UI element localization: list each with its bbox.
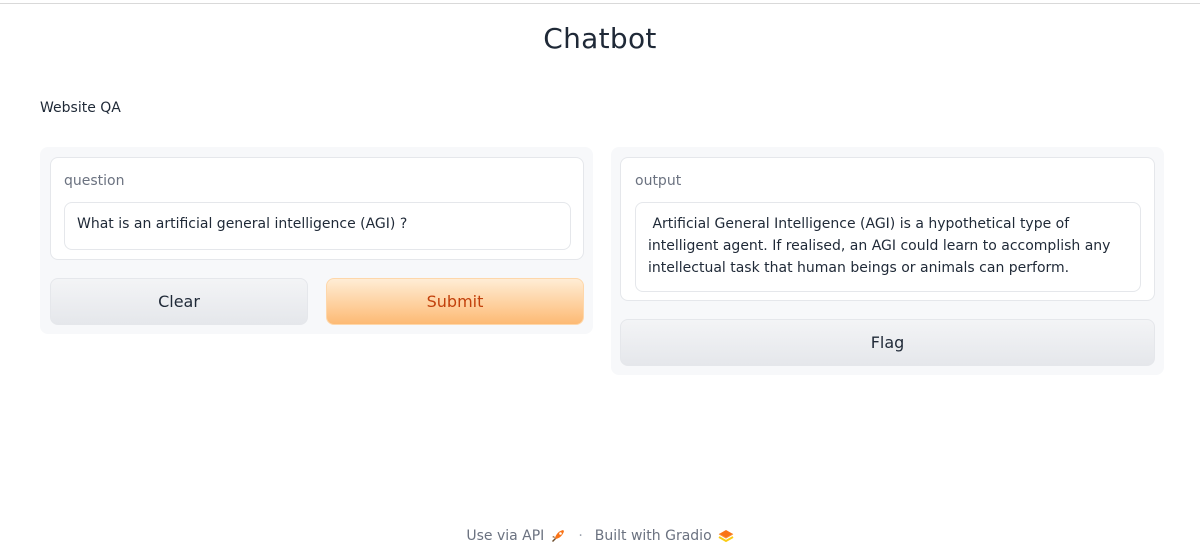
question-block: question What is an artificial general i… [50, 157, 584, 260]
output-textbox[interactable]: Artificial General Intelligence (AGI) is… [635, 202, 1141, 292]
question-label: question [64, 173, 125, 189]
submit-button[interactable]: Submit [326, 278, 584, 325]
output-panel: output Artificial General Intelligence (… [611, 147, 1164, 375]
page-description: Website QA [40, 100, 121, 116]
output-label: output [635, 173, 682, 189]
input-panel: question What is an artificial general i… [40, 147, 593, 334]
gradio-logo-icon [718, 530, 734, 543]
built-with-gradio-text: Built with Gradio [594, 528, 712, 544]
flag-button[interactable]: Flag [620, 319, 1155, 366]
page-title: Chatbot [543, 22, 657, 55]
footer-separator: · [578, 528, 583, 544]
rocket-icon [552, 530, 565, 542]
use-via-api-text: Use via API [466, 528, 545, 544]
question-input[interactable]: What is an artificial general intelligen… [64, 202, 571, 250]
footer: Use via API · Built with Gradio [0, 528, 1200, 544]
built-with-gradio-link[interactable]: Built with Gradio [595, 528, 734, 544]
clear-button[interactable]: Clear [50, 278, 308, 325]
use-via-api-link[interactable]: Use via API [466, 528, 566, 544]
top-divider [0, 3, 1200, 4]
output-block: output Artificial General Intelligence (… [620, 157, 1155, 301]
